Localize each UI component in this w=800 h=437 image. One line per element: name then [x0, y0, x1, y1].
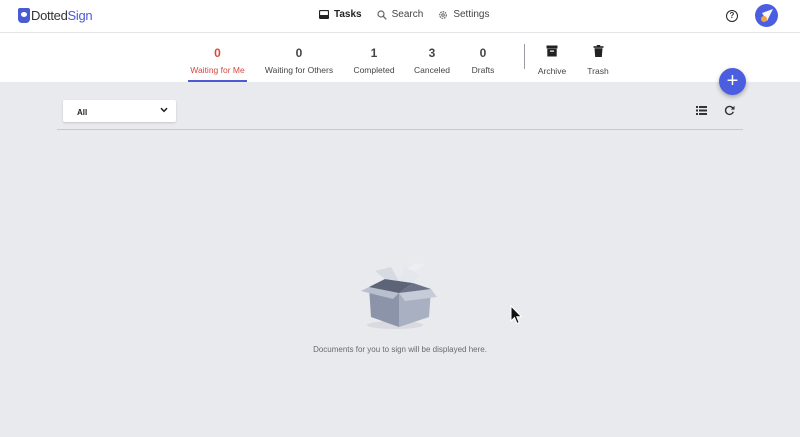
- inbox-icon: [319, 10, 329, 19]
- tab-label: Waiting for Me: [190, 65, 245, 75]
- tab-waiting-for-others[interactable]: 0 Waiting for Others: [262, 46, 336, 75]
- refresh-icon[interactable]: [724, 105, 735, 116]
- tab-trash[interactable]: Trash: [583, 45, 613, 76]
- chevron-down-icon: [160, 107, 168, 113]
- tab-drafts[interactable]: 0 Drafts: [466, 46, 500, 75]
- search-icon: [377, 9, 387, 20]
- active-tab-indicator: [188, 80, 247, 82]
- tab-completed[interactable]: 1 Completed: [349, 46, 399, 75]
- empty-state-message: Documents for you to sign will be displa…: [313, 345, 487, 354]
- tab-count: 0: [295, 46, 303, 60]
- gear-icon: [439, 10, 448, 19]
- nav-settings[interactable]: Settings: [438, 9, 489, 20]
- user-avatar[interactable]: [755, 4, 778, 27]
- top-navigation: Tasks Search Settings: [319, 9, 489, 20]
- archive-icon: [546, 45, 558, 57]
- tab-count: 1: [370, 46, 378, 60]
- logo-suffix: Sign: [67, 8, 93, 23]
- toolbar-divider: [57, 129, 743, 130]
- list-view-icon[interactable]: [696, 106, 707, 115]
- tab-waiting-for-me[interactable]: 0 Waiting for Me: [188, 46, 247, 75]
- logo-icon: [18, 8, 30, 23]
- top-bar: DottedSign Tasks Search Settings ?: [0, 0, 800, 33]
- tab-canceled[interactable]: 3 Canceled: [411, 46, 453, 75]
- tab-count: 0: [479, 46, 487, 60]
- mouse-cursor-icon: [510, 305, 523, 325]
- tab-label: Completed: [353, 65, 395, 75]
- tab-label: Trash: [587, 66, 609, 76]
- empty-box-icon: [361, 263, 437, 329]
- tab-label: Waiting for Others: [264, 65, 334, 75]
- dottedsign-logo[interactable]: DottedSign: [18, 8, 93, 23]
- tab-label: Drafts: [471, 65, 495, 75]
- tab-label: Canceled: [414, 65, 450, 75]
- filter-selected-value: All: [77, 108, 88, 117]
- tab-archive[interactable]: Archive: [535, 45, 569, 76]
- logo-prefix: Dotted: [31, 8, 68, 23]
- nav-search[interactable]: Search: [377, 9, 424, 20]
- nav-tasks-label: Tasks: [334, 9, 362, 20]
- task-tabs: 0 Waiting for Me 0 Waiting for Others 1 …: [0, 33, 800, 82]
- tab-count: 0: [214, 46, 221, 60]
- nav-tasks[interactable]: Tasks: [319, 9, 362, 20]
- nav-search-label: Search: [391, 9, 424, 20]
- avatar-graphic: [761, 9, 773, 22]
- nav-settings-label: Settings: [453, 9, 490, 20]
- tabs-divider: [524, 44, 525, 69]
- filter-dropdown[interactable]: All: [63, 100, 176, 122]
- help-icon[interactable]: ?: [726, 10, 738, 22]
- tab-count: 3: [428, 46, 436, 60]
- trash-icon: [593, 45, 603, 57]
- add-document-button[interactable]: +: [719, 68, 746, 95]
- tab-label: Archive: [537, 66, 567, 76]
